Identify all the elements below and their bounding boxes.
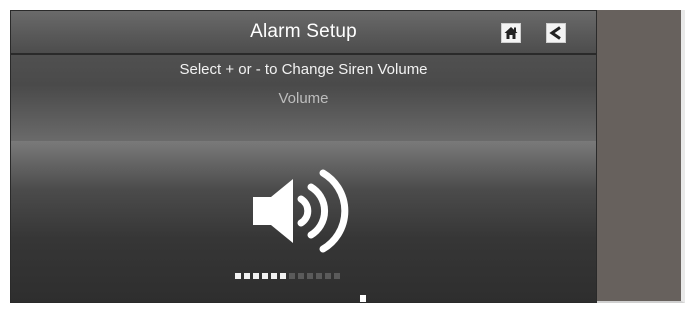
volume-segment — [307, 273, 313, 279]
volume-segment — [271, 273, 277, 279]
plus-icon — [360, 295, 366, 302]
home-button[interactable] — [501, 23, 521, 43]
setting-label: Volume — [278, 90, 329, 107]
volume-level-indicator — [235, 273, 340, 281]
volume-segment — [253, 273, 259, 279]
back-icon — [549, 26, 561, 40]
volume-segment — [244, 273, 250, 279]
speaker-volume-icon — [253, 169, 349, 253]
volume-segment — [334, 273, 340, 279]
volume-segment — [289, 273, 295, 279]
volume-segment — [262, 273, 268, 279]
volume-segment — [325, 273, 331, 279]
title-bar: Alarm Setup — [11, 11, 596, 55]
minus-icon — [233, 291, 273, 303]
volume-increase-button[interactable] — [343, 291, 383, 302]
back-button[interactable] — [546, 23, 566, 43]
volume-segment — [280, 273, 286, 279]
screen-panel: Alarm Setup Select + or - to Change Sire… — [10, 10, 597, 303]
volume-decrease-button[interactable] — [233, 291, 273, 303]
volume-segment — [316, 273, 322, 279]
instruction-area: Select + or - to Change Siren Volume Vol… — [11, 55, 596, 141]
volume-segment — [235, 273, 241, 279]
volume-control-area — [11, 141, 596, 303]
side-panel — [597, 10, 685, 303]
instruction-text: Select + or - to Change Siren Volume — [179, 61, 428, 78]
volume-segment — [298, 273, 304, 279]
home-icon — [504, 27, 518, 39]
